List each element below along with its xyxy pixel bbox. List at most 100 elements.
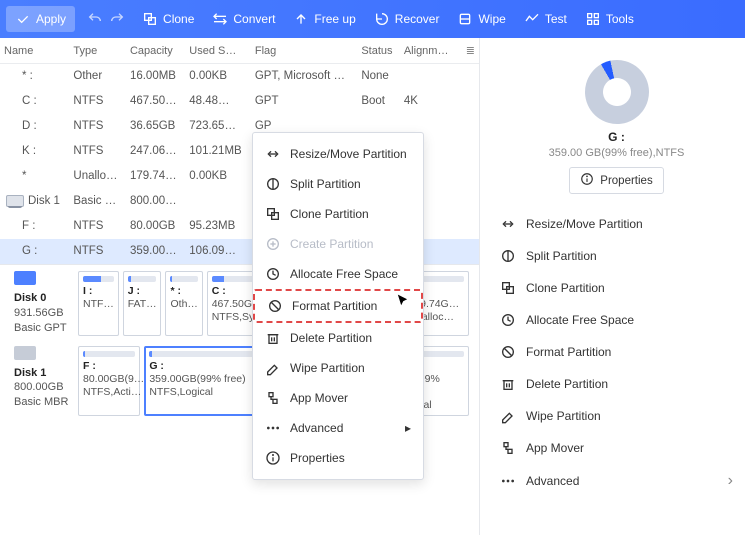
menu-app-mover[interactable]: App Mover: [253, 383, 423, 413]
properties-icon: [265, 450, 281, 466]
column-header[interactable]: Alignm…: [400, 38, 457, 64]
column-header[interactable]: Used S…: [185, 38, 251, 64]
op-advanced[interactable]: Advanced ›: [498, 464, 735, 498]
menu-wipe-partition[interactable]: Wipe Partition: [253, 353, 423, 383]
menu-delete-partition[interactable]: Delete Partition: [253, 323, 423, 353]
toolbar-recover-button[interactable]: Recover: [365, 6, 449, 32]
column-header[interactable]: Flag: [251, 38, 357, 64]
menu-label: App Mover: [290, 391, 348, 405]
op-label: Resize/Move Partition: [526, 217, 643, 231]
wipe-icon: [457, 11, 473, 27]
list-view-icon[interactable]: ≣: [457, 38, 479, 64]
menu-label: Properties: [290, 451, 345, 465]
toolbar-convert-button[interactable]: Convert: [203, 6, 284, 32]
toolbar-clone-button[interactable]: Clone: [133, 6, 203, 32]
toolbar-label: Tools: [606, 12, 634, 26]
toolbar-free-up-button[interactable]: Free up: [284, 6, 364, 32]
table-row[interactable]: C : NTFS467.50…48.48…GPTBoot4K: [0, 89, 479, 114]
menu-label: Clone Partition: [290, 207, 369, 221]
op-app-mover[interactable]: App Mover: [498, 432, 735, 464]
clone-icon: [265, 206, 281, 222]
op-label: Split Partition: [526, 249, 597, 263]
menu-create-partition: Create Partition: [253, 229, 423, 259]
clone-icon: [142, 11, 158, 27]
op-label: Wipe Partition: [526, 409, 601, 423]
menu-label: Wipe Partition: [290, 361, 365, 375]
toolbar-tools-button[interactable]: Tools: [576, 6, 643, 32]
menu-label: Format Partition: [292, 299, 377, 313]
toolbar-label: Clone: [163, 12, 194, 26]
format-icon: [500, 344, 516, 360]
partition-block[interactable]: F : 80.00GB(9…NTFS,Acti…: [78, 346, 140, 417]
partition-block[interactable]: * : Oth…: [165, 271, 202, 336]
advanced-icon: [265, 420, 281, 436]
split-icon: [500, 248, 516, 264]
advanced-icon: [500, 473, 516, 489]
op-split-partition[interactable]: Split Partition: [498, 240, 735, 272]
op-clone-partition[interactable]: Clone Partition: [498, 272, 735, 304]
partition-block[interactable]: J : FAT…: [123, 271, 162, 336]
toolbar-wipe-button[interactable]: Wipe: [448, 6, 514, 32]
op-label: App Mover: [526, 441, 584, 455]
app-mover-icon: [500, 440, 516, 456]
column-header[interactable]: Capacity: [126, 38, 185, 64]
create-icon: [265, 236, 281, 252]
op-wipe-partition[interactable]: Wipe Partition: [498, 400, 735, 432]
toolbar-test-button[interactable]: Test: [515, 6, 576, 32]
op-allocate-free-space[interactable]: Allocate Free Space: [498, 304, 735, 336]
menu-advanced[interactable]: Advanced ▸: [253, 413, 423, 443]
properties-button[interactable]: Properties: [569, 167, 663, 194]
menu-label: Advanced: [290, 421, 343, 435]
table-row[interactable]: * : Other16.00MB0.00KBGPT, Microsoft …No…: [0, 64, 479, 89]
resize-icon: [265, 146, 281, 162]
op-label: Allocate Free Space: [526, 313, 634, 327]
op-label: Clone Partition: [526, 281, 605, 295]
op-resize-move-partition[interactable]: Resize/Move Partition: [498, 208, 735, 240]
op-delete-partition[interactable]: Delete Partition: [498, 368, 735, 400]
column-header[interactable]: Status: [357, 38, 400, 64]
apply-label: Apply: [36, 12, 66, 26]
menu-label: Delete Partition: [290, 331, 372, 345]
redo-icon[interactable]: [109, 11, 125, 27]
disk-badge-icon: [14, 346, 36, 360]
toolbar-label: Test: [545, 12, 567, 26]
toolbar-label: Recover: [395, 12, 440, 26]
app-mover-icon: [265, 390, 281, 406]
menu-label: Resize/Move Partition: [290, 147, 407, 161]
column-header[interactable]: Type: [69, 38, 126, 64]
op-label: Advanced: [526, 474, 579, 488]
menu-properties[interactable]: Properties: [253, 443, 423, 473]
menu-clone-partition[interactable]: Clone Partition: [253, 199, 423, 229]
properties-button-label: Properties: [600, 175, 652, 187]
menu-split-partition[interactable]: Split Partition: [253, 169, 423, 199]
wipe-part-icon: [500, 408, 516, 424]
toolbar-label: Convert: [233, 12, 275, 26]
chevron-right-icon: ›: [728, 472, 733, 490]
recover-icon: [374, 11, 390, 27]
wipe-part-icon: [265, 360, 281, 376]
toolbar-label: Wipe: [478, 12, 505, 26]
freeup-icon: [293, 11, 309, 27]
cursor-icon: [396, 294, 410, 308]
op-label: Delete Partition: [526, 377, 608, 391]
op-format-partition[interactable]: Format Partition: [498, 336, 735, 368]
delete-icon: [500, 376, 516, 392]
menu-label: Allocate Free Space: [290, 267, 398, 281]
undo-icon[interactable]: [87, 11, 103, 27]
format-icon: [267, 298, 283, 314]
clone-icon: [500, 280, 516, 296]
convert-icon: [212, 11, 228, 27]
tools-icon: [585, 11, 601, 27]
selected-partition-sub: 359.00 GB(99% free),NTFS: [498, 147, 735, 159]
allocate-icon: [500, 312, 516, 328]
partition-block[interactable]: I : NTF…: [78, 271, 119, 336]
selected-partition-title: G :: [498, 130, 735, 144]
test-icon: [524, 11, 540, 27]
column-header[interactable]: Name: [0, 38, 69, 64]
apply-button[interactable]: Apply: [6, 6, 75, 32]
menu-allocate-free-space[interactable]: Allocate Free Space: [253, 259, 423, 289]
menu-resize-move-partition[interactable]: Resize/Move Partition: [253, 139, 423, 169]
split-icon: [265, 176, 281, 192]
toolbar-label: Free up: [314, 12, 355, 26]
disk-icon: [6, 195, 24, 207]
